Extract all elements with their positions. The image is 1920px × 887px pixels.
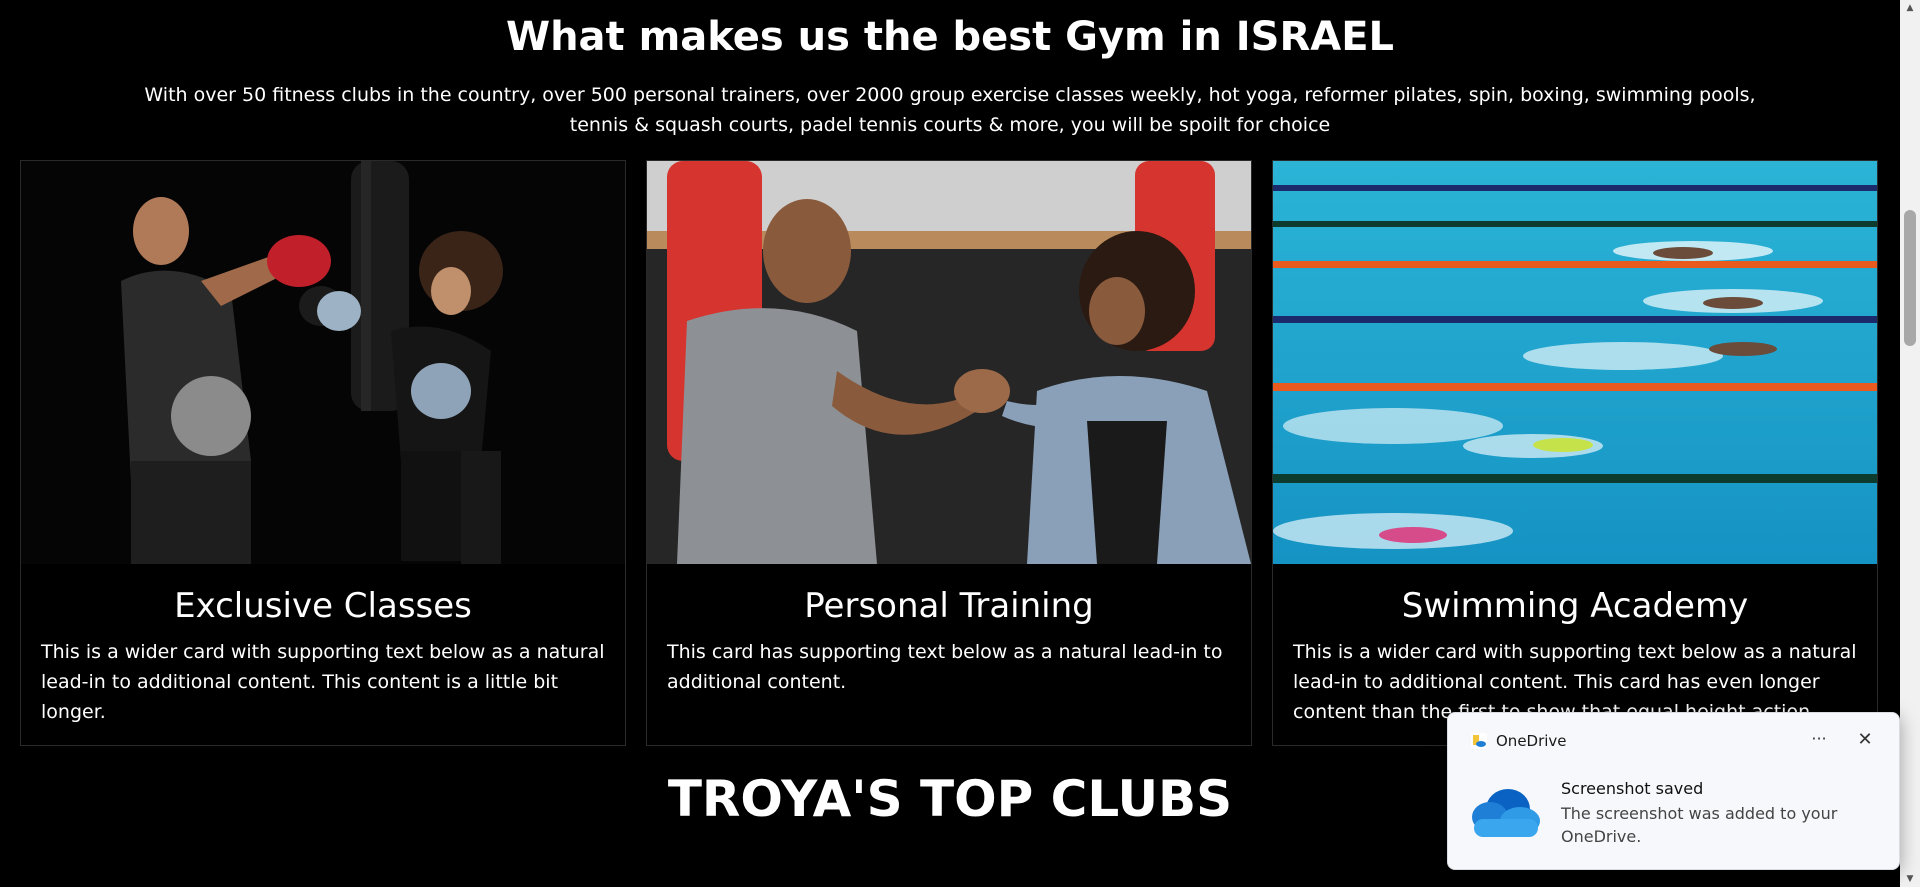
toast-title: Screenshot saved: [1561, 779, 1704, 798]
card-personal-training: Personal Training This card has supporti…: [646, 160, 1252, 746]
toast-body: The screenshot was added to your OneDriv…: [1561, 804, 1838, 846]
card-exclusive-classes: Exclusive Classes This is a wider card w…: [20, 160, 626, 746]
close-icon[interactable]: ✕: [1850, 727, 1880, 753]
card-title: Exclusive Classes: [174, 586, 472, 626]
card-title: Personal Training: [804, 586, 1094, 626]
swimming-pool-photo: [1273, 161, 1877, 564]
onedrive-app-icon: [1471, 733, 1487, 749]
card-title: Swimming Academy: [1401, 586, 1749, 626]
onedrive-cloud-icon: [1472, 789, 1540, 837]
page-headline: What makes us the best Gym in ISRAEL: [505, 14, 1395, 60]
scroll-up-icon[interactable]: ▲: [1900, 0, 1920, 16]
onedrive-notification[interactable]: OneDrive ··· ✕ Screenshot saved The scre…: [1447, 712, 1900, 870]
card-text: This card has supporting text below as a…: [667, 641, 1223, 693]
handshake-photo: [647, 161, 1251, 564]
boxing-photo: [21, 161, 625, 564]
scroll-down-icon[interactable]: ▼: [1900, 871, 1920, 887]
card-swimming-academy: Swimming Academy This is a wider card wi…: [1272, 160, 1878, 746]
card-text: This is a wider card with supporting tex…: [41, 641, 605, 723]
intro-paragraph: With over 50 fitness clubs in the countr…: [144, 84, 1756, 136]
toast-app-name: OneDrive: [1496, 732, 1567, 750]
more-options-button[interactable]: ···: [1804, 727, 1834, 753]
feature-cards: Exclusive Classes This is a wider card w…: [20, 160, 1878, 746]
page-scrollbar[interactable]: ▲ ▼: [1900, 0, 1920, 887]
scrollbar-thumb[interactable]: [1904, 210, 1916, 346]
